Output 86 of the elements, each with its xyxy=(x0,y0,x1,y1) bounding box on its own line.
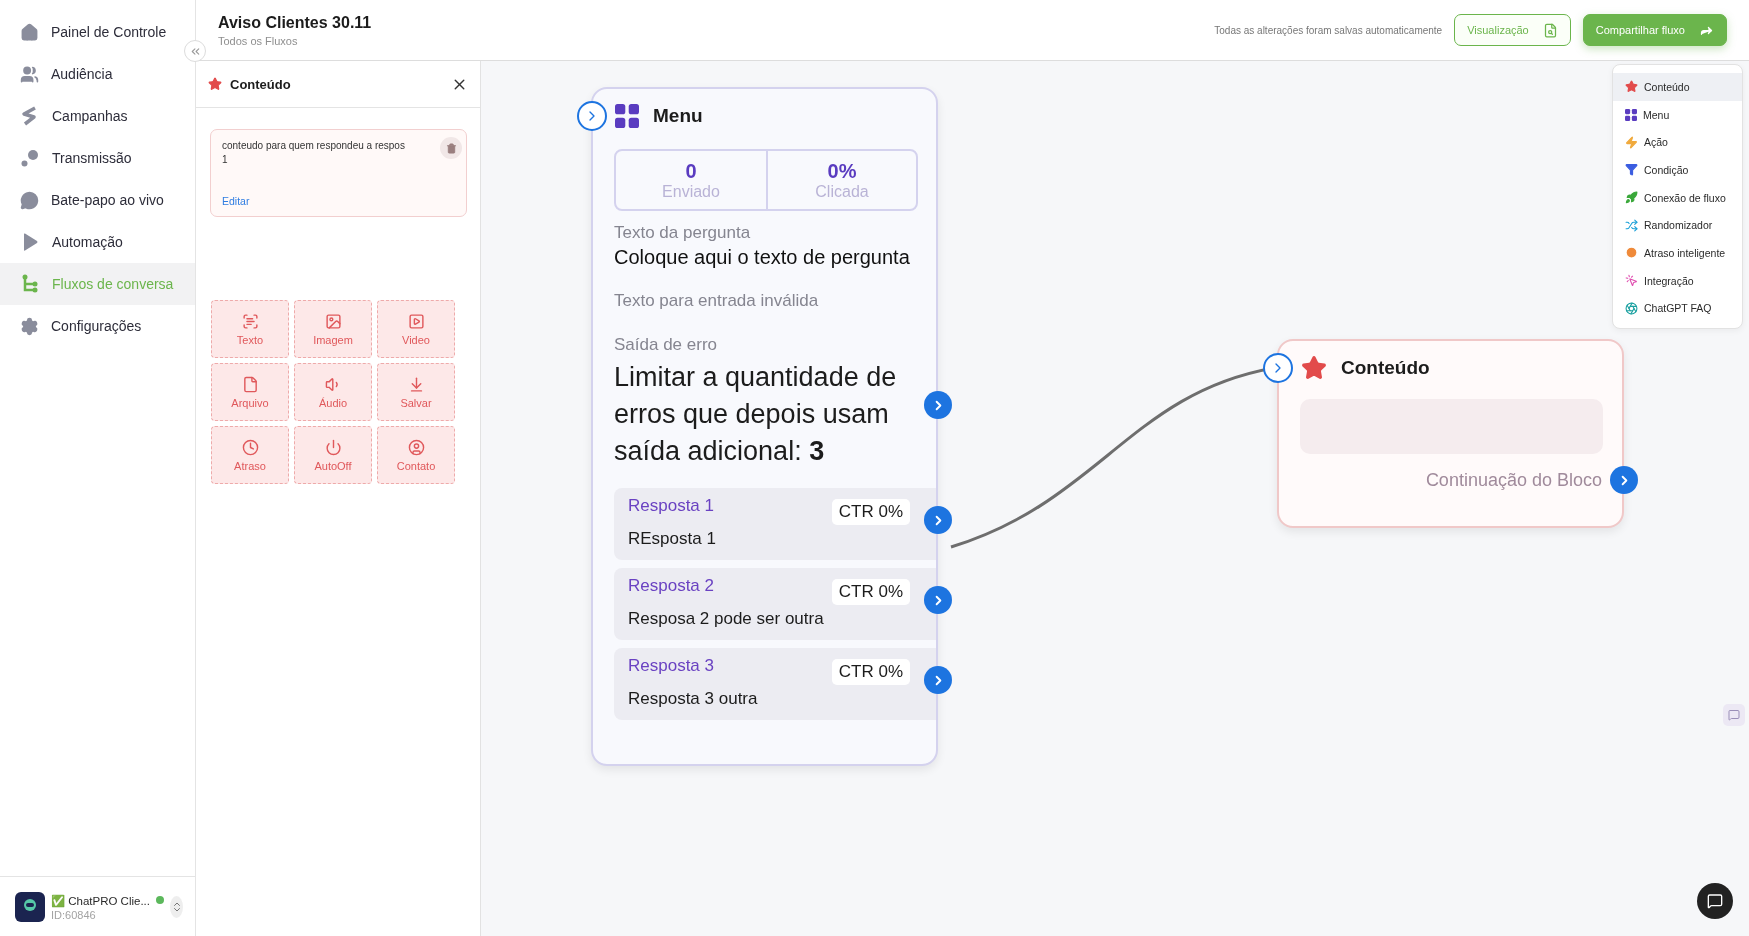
document-icon xyxy=(1542,22,1558,38)
nav-item[interactable]: Automação xyxy=(0,221,195,263)
rocket-icon xyxy=(1625,191,1638,205)
block-menu-item[interactable]: Randomizador xyxy=(1613,211,1742,240)
ctr-badge: CTR 0% xyxy=(831,499,910,525)
chat-button[interactable] xyxy=(1697,883,1733,919)
stat-value: 0 xyxy=(685,159,697,183)
clock-icon xyxy=(1625,246,1638,260)
clock-icon xyxy=(241,438,259,456)
nav-item[interactable]: Configurações xyxy=(0,305,195,347)
answer-text: Resposa 2 pode ser outra xyxy=(628,609,824,629)
stat-value: 0% xyxy=(827,159,857,183)
flow-icon xyxy=(20,274,40,294)
star-icon xyxy=(1625,80,1638,94)
pointer-click-icon xyxy=(1625,274,1638,288)
field-label: Saída de erro xyxy=(613,335,718,355)
trash-icon xyxy=(445,142,457,154)
answer-text: Resposta 3 outra xyxy=(628,689,758,709)
block-menu-item[interactable]: Menu xyxy=(1613,100,1742,129)
continuation-label: Continuação do Bloco xyxy=(1425,469,1602,491)
field-label: Texto para entrada inválida xyxy=(613,291,820,311)
dots-icon xyxy=(20,148,40,168)
input-handle[interactable] xyxy=(577,101,607,131)
grid-icon xyxy=(1625,108,1637,121)
chat-icon xyxy=(1707,893,1723,909)
video-icon xyxy=(407,312,425,330)
grid-icon xyxy=(615,104,639,128)
nav-item[interactable]: Bate-papo ao vivo xyxy=(0,179,195,221)
collapse-button[interactable] xyxy=(184,40,206,62)
flow-title: Aviso Clientes 30.11 xyxy=(218,13,373,32)
node-title: Conteúdo xyxy=(1341,357,1430,379)
shuffle-icon xyxy=(1625,218,1638,232)
account-id: ID:60846 xyxy=(51,908,96,921)
answer-title: Resposta 1 xyxy=(628,496,714,516)
block-menu-item[interactable]: Ação xyxy=(1613,128,1742,157)
star-icon xyxy=(1301,355,1327,381)
block-menu-item[interactable]: Condição xyxy=(1613,156,1742,184)
input-handle[interactable] xyxy=(1263,353,1293,383)
block-menu-item[interactable]: Atraso inteligente xyxy=(1613,239,1742,267)
message-text: conteudo para quem respondeu a respos 1 xyxy=(222,139,405,167)
funnel-icon xyxy=(1625,163,1638,177)
block-menu-item[interactable]: Conteúdo xyxy=(1613,73,1742,101)
aperture-icon xyxy=(1625,301,1638,315)
gear-icon xyxy=(20,316,39,336)
chat-bubble-icon xyxy=(20,190,39,210)
delete-button[interactable] xyxy=(440,137,462,159)
avatar-icon xyxy=(15,891,45,922)
home-icon xyxy=(20,22,39,42)
account-switch-button[interactable] xyxy=(170,895,183,918)
field-label: Texto da pergunta xyxy=(613,223,752,243)
nav-item[interactable]: Audiência xyxy=(0,53,195,95)
message-icon xyxy=(1728,709,1740,721)
output-handle[interactable] xyxy=(924,666,952,694)
account-name: ✅ ChatPRO Clie... xyxy=(51,893,150,909)
ctr-badge: CTR 0% xyxy=(831,579,910,605)
panel-title: Conteúdo xyxy=(230,76,292,92)
answer-title: Resposta 3 xyxy=(628,656,714,676)
error-limit-text: Limitar a quantidade de erros que depois usam saída adicional: 3 xyxy=(613,361,898,468)
block-menu-item[interactable]: Integração xyxy=(1613,266,1742,295)
block-menu-item[interactable]: ChatGPT FAQ xyxy=(1613,294,1742,323)
user-circle-icon xyxy=(407,438,425,456)
output-handle[interactable] xyxy=(924,586,952,614)
stat-label: Enviado xyxy=(662,182,720,201)
file-icon xyxy=(241,375,259,393)
output-handle[interactable] xyxy=(1610,466,1638,494)
block-menu-item[interactable]: Conexão de fluxo xyxy=(1613,183,1742,212)
answer-text: REsposta 1 xyxy=(628,529,716,549)
image-icon xyxy=(324,312,342,330)
nav-item[interactable]: Transmissão xyxy=(0,137,195,179)
output-handle[interactable] xyxy=(924,391,952,419)
nav-item[interactable]: Painel de Controle xyxy=(0,11,195,53)
answer-title: Resposta 2 xyxy=(628,576,714,596)
autosave-note: Todas as alterações foram salvas automaticamente xyxy=(1214,24,1443,36)
star-icon xyxy=(208,77,222,91)
lightning-icon xyxy=(1625,135,1638,149)
nav-item[interactable]: Campanhas xyxy=(0,95,195,137)
text-icon xyxy=(241,312,259,330)
power-icon xyxy=(324,438,342,456)
question-text: Coloque aqui o texto de pergunta xyxy=(613,246,911,269)
people-icon xyxy=(20,64,39,84)
ctr-badge: CTR 0% xyxy=(831,659,910,685)
node-title: Menu xyxy=(653,105,703,127)
widget-button[interactable] xyxy=(1723,704,1745,726)
output-handle[interactable] xyxy=(924,506,952,534)
stat-label: Clicada xyxy=(815,182,869,201)
edit-link[interactable]: Editar xyxy=(222,195,455,207)
